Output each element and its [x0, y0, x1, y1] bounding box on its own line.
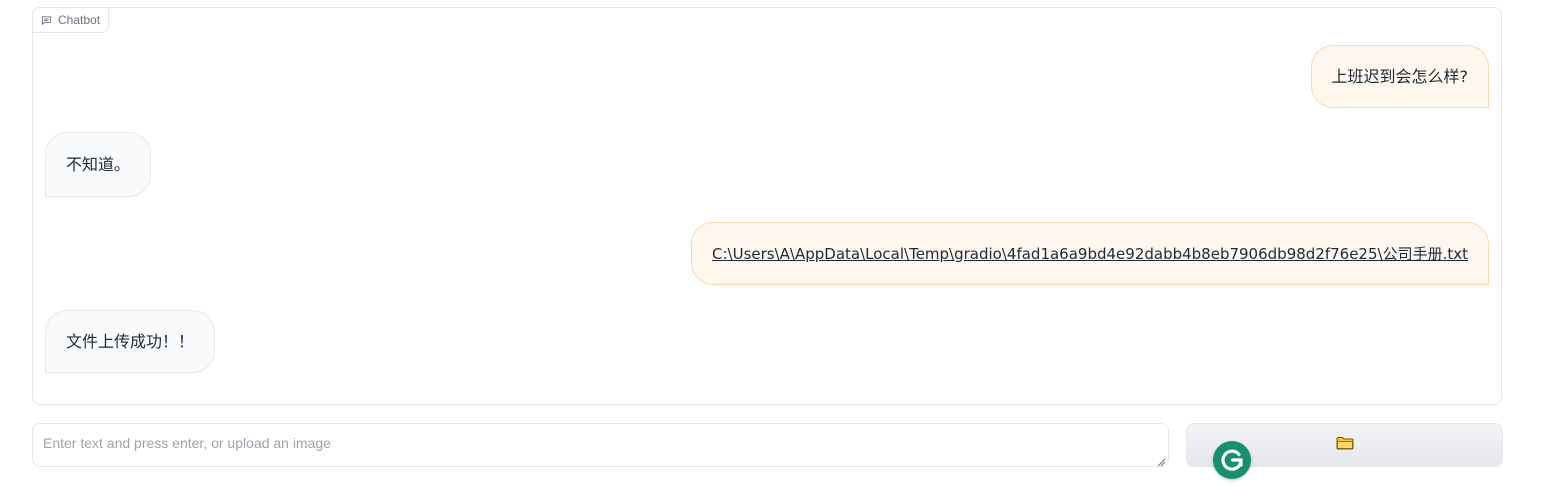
chatbot-label: Chatbot — [32, 7, 110, 33]
message-text: 不知道。 — [66, 154, 131, 174]
bot-message: 不知道。 — [45, 132, 152, 197]
grammarly-icon[interactable] — [1213, 441, 1251, 479]
folder-icon — [1336, 436, 1354, 455]
chatbot-label-text: Chatbot — [58, 13, 101, 27]
user-file-message: C:\Users\A\AppData\Local\Temp\gradio\4fa… — [691, 222, 1489, 285]
message-input-container — [32, 423, 1169, 467]
bot-message: 文件上传成功！！ — [45, 310, 216, 373]
message-text: 上班迟到会怎么样? — [1331, 66, 1469, 86]
chat-icon — [41, 15, 52, 26]
resize-handle-icon[interactable] — [1156, 454, 1166, 467]
message-text: 文件上传成功！！ — [66, 331, 195, 351]
chatbot-panel: Chatbot 上班迟到会怎么样? 不知道。 C:\Users\A\AppDat… — [32, 7, 1502, 405]
file-link[interactable]: C:\Users\A\AppData\Local\Temp\gradio\4fa… — [712, 244, 1468, 264]
user-message: 上班迟到会怎么样? — [1310, 45, 1489, 108]
message-input[interactable] — [33, 424, 1168, 466]
